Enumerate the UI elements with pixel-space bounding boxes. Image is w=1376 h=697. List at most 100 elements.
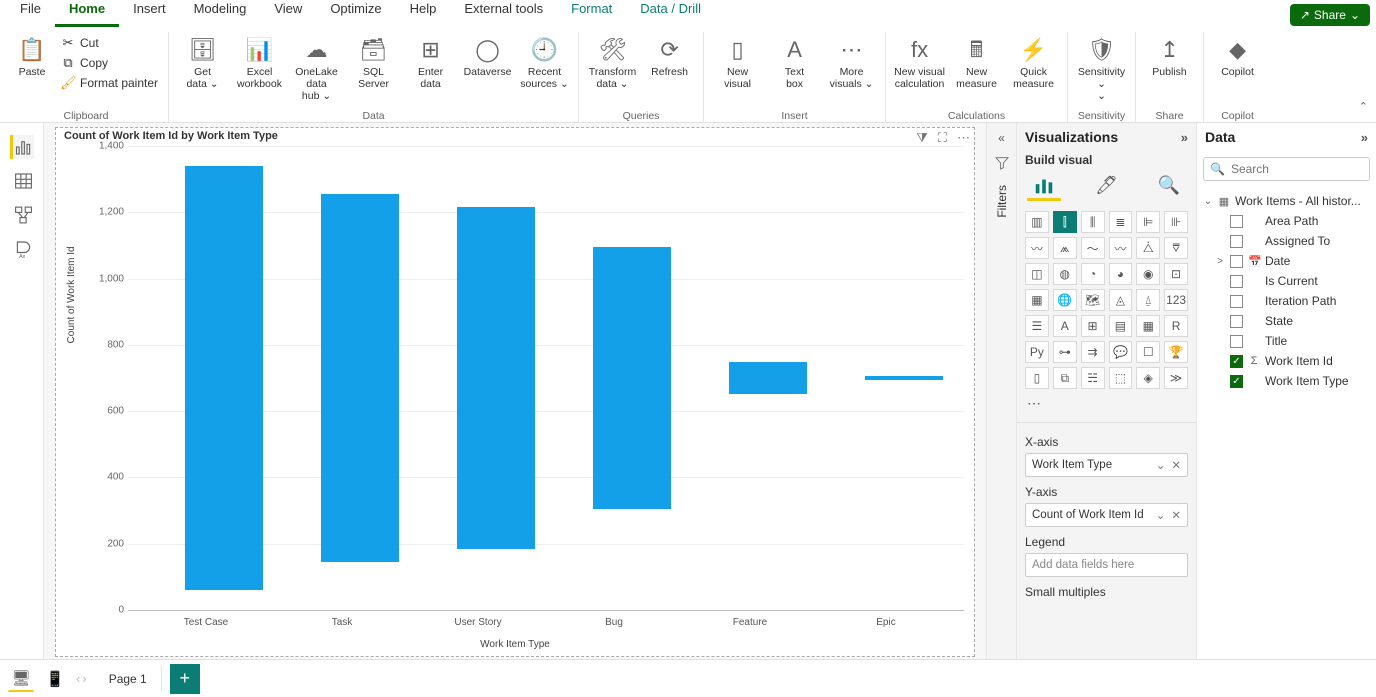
field-work-item-type[interactable]: >Work Item Type	[1201, 371, 1372, 391]
bar[interactable]	[593, 247, 671, 509]
viz-type-0[interactable]: ▥	[1025, 211, 1049, 233]
field-date[interactable]: >📅Date	[1201, 251, 1372, 271]
report-canvas[interactable]: Count of Work Item Id by Work Item Type …	[44, 123, 986, 659]
menu-data-drill[interactable]: Data / Drill	[626, 0, 715, 27]
viz-more-button[interactable]: ⋯	[1017, 393, 1196, 422]
desktop-layout-button[interactable]: 🖥	[8, 666, 34, 692]
field-checkbox[interactable]	[1230, 275, 1243, 288]
viz-type-10[interactable]: ⧊	[1136, 237, 1160, 259]
field-state[interactable]: >State	[1201, 311, 1372, 331]
model-view-button[interactable]	[10, 203, 34, 227]
viz-type-36[interactable]: ▯	[1025, 367, 1049, 389]
more-visuals-button[interactable]: ⋯Morevisuals ⌄	[824, 32, 879, 102]
viz-type-29[interactable]: R	[1164, 315, 1188, 337]
bar[interactable]	[185, 166, 263, 590]
quick-measure-button[interactable]: ⚡Quickmeasure	[1006, 32, 1061, 102]
text-box-button[interactable]: ATextbox	[767, 32, 822, 102]
menu-external-tools[interactable]: External tools	[450, 0, 557, 27]
format-painter-button[interactable]: 🖌Format painter	[56, 74, 162, 92]
viz-type-11[interactable]: ⩢	[1164, 237, 1188, 259]
copilot-button[interactable]: ◆Copilot	[1210, 32, 1265, 102]
field-checkbox[interactable]	[1230, 295, 1243, 308]
field-title[interactable]: >Title	[1201, 331, 1372, 351]
viz-type-22[interactable]: ⍙	[1136, 289, 1160, 311]
field-checkbox[interactable]	[1230, 375, 1243, 388]
menu-file[interactable]: File	[6, 0, 55, 27]
viz-type-12[interactable]: ◫	[1025, 263, 1049, 285]
viz-type-32[interactable]: ⇉	[1081, 341, 1105, 363]
field-checkbox[interactable]	[1230, 215, 1243, 228]
viz-type-19[interactable]: 🌐	[1053, 289, 1077, 311]
publish-button[interactable]: ↥Publish	[1142, 32, 1197, 102]
remove-field-button[interactable]: ✕	[1171, 508, 1181, 522]
format-visual-tab[interactable]: 🖊	[1090, 173, 1124, 201]
legend-field[interactable]: Add data fields here	[1025, 553, 1188, 577]
sql-server-button[interactable]: 🗃SQLServer	[346, 32, 401, 102]
viz-type-21[interactable]: ◬	[1109, 289, 1133, 311]
refresh-button[interactable]: ⟳Refresh	[642, 32, 697, 102]
new-visual-calculation-button[interactable]: fxNew visualcalculation	[892, 32, 947, 102]
transform-data-button[interactable]: 🛠Transformdata ⌄	[585, 32, 640, 102]
viz-type-23[interactable]: 123	[1164, 289, 1188, 311]
viz-type-4[interactable]: ⊫	[1136, 211, 1160, 233]
remove-field-button[interactable]: ✕	[1171, 458, 1181, 472]
filter-icon[interactable]: ⧩	[916, 130, 928, 146]
paste-button[interactable]: 📋 Paste	[10, 32, 54, 102]
mobile-layout-button[interactable]: 📱	[42, 666, 68, 692]
sensitivity-button[interactable]: 🛡Sensitivity ⌄⌄	[1074, 32, 1129, 102]
viz-type-6[interactable]: 〰	[1025, 237, 1049, 259]
menu-modeling[interactable]: Modeling	[180, 0, 261, 27]
viz-type-20[interactable]: 🗺	[1081, 289, 1105, 311]
more-options-icon[interactable]: ⋯	[957, 130, 970, 146]
new-visual-button[interactable]: ▯Newvisual	[710, 32, 765, 102]
xaxis-field[interactable]: Work Item Type⌄✕	[1025, 453, 1188, 477]
chart-visual[interactable]: Count of Work Item Id by Work Item Type …	[55, 127, 975, 657]
collapse-data-button[interactable]: »	[1361, 130, 1368, 145]
bar[interactable]	[457, 207, 535, 548]
field-checkbox[interactable]	[1230, 335, 1243, 348]
menu-help[interactable]: Help	[396, 0, 451, 27]
yaxis-field[interactable]: Count of Work Item Id⌄✕	[1025, 503, 1188, 527]
menu-optimize[interactable]: Optimize	[316, 0, 395, 27]
menu-format[interactable]: Format	[557, 0, 626, 27]
field-checkbox[interactable]	[1230, 255, 1243, 268]
viz-type-7[interactable]: ⩕	[1053, 237, 1077, 259]
menu-view[interactable]: View	[260, 0, 316, 27]
search-field[interactable]	[1231, 162, 1376, 176]
viz-type-2[interactable]: ⫼	[1081, 211, 1105, 233]
add-page-button[interactable]: +	[170, 664, 200, 694]
viz-type-27[interactable]: ▤	[1109, 315, 1133, 337]
share-button[interactable]: ↗ Share ⌄	[1290, 4, 1370, 26]
field-is-current[interactable]: >Is Current	[1201, 271, 1372, 291]
viz-type-31[interactable]: ⊶	[1053, 341, 1077, 363]
enter-data-button[interactable]: ⊞Enterdata	[403, 32, 458, 102]
viz-type-25[interactable]: A	[1053, 315, 1077, 337]
viz-type-18[interactable]: ▦	[1025, 289, 1049, 311]
field-iteration-path[interactable]: >Iteration Path	[1201, 291, 1372, 311]
viz-type-40[interactable]: ◈	[1136, 367, 1160, 389]
new-measure-button[interactable]: 🖩Newmeasure	[949, 32, 1004, 102]
analytics-tab[interactable]: 🔍	[1152, 173, 1186, 201]
dax-view-button[interactable]: Ax	[10, 237, 34, 261]
viz-type-9[interactable]: 〰	[1109, 237, 1133, 259]
viz-type-37[interactable]: ⧉	[1053, 367, 1077, 389]
prev-page-button[interactable]: ‹	[76, 671, 80, 686]
viz-type-3[interactable]: ≣	[1109, 211, 1133, 233]
viz-type-33[interactable]: 💬	[1109, 341, 1133, 363]
search-input[interactable]: 🔍	[1203, 157, 1370, 181]
copy-button[interactable]: ⧉Copy	[56, 54, 162, 72]
field-checkbox[interactable]	[1230, 235, 1243, 248]
viz-type-14[interactable]: ◔	[1081, 263, 1105, 285]
field-area-path[interactable]: >Area Path	[1201, 211, 1372, 231]
field-checkbox[interactable]	[1230, 315, 1243, 328]
viz-type-38[interactable]: ☵	[1081, 367, 1105, 389]
viz-type-8[interactable]: 〜	[1081, 237, 1105, 259]
table-node[interactable]: ⌄ ▦ Work Items - All histor...	[1201, 191, 1372, 211]
field-checkbox[interactable]	[1230, 355, 1243, 368]
field-assigned-to[interactable]: >Assigned To	[1201, 231, 1372, 251]
report-view-button[interactable]	[10, 135, 34, 159]
bar[interactable]	[321, 194, 399, 562]
viz-type-35[interactable]: 🏆	[1164, 341, 1188, 363]
viz-type-34[interactable]: ☐	[1136, 341, 1160, 363]
build-visual-tab[interactable]	[1027, 173, 1061, 201]
